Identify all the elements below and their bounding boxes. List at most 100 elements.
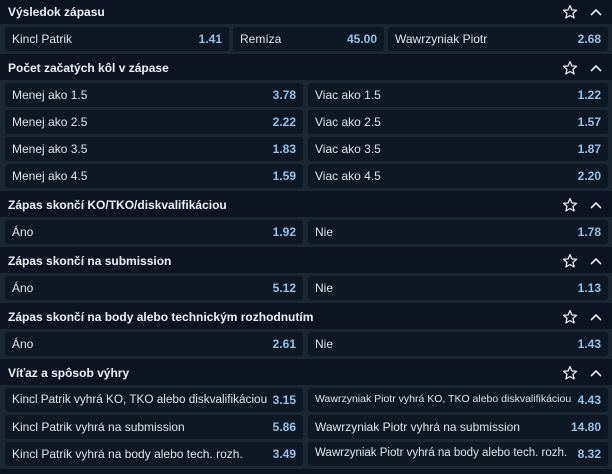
outcome-label: Wawrzyniak Piotr vyhrá na body alebo tec… [315, 447, 568, 459]
outcome-label: Nie [315, 337, 334, 351]
market-header[interactable]: Výsledok zápasu [0, 0, 612, 24]
odd-button[interactable]: Viac ako 1.5 1.22 [308, 83, 608, 107]
odd-button[interactable]: Wawrzyniak Piotr vyhrá na body alebo tec… [308, 442, 608, 466]
odd-value: 3.78 [272, 88, 296, 102]
market-title: Zápas skončí na body alebo technickým ro… [8, 310, 314, 324]
odds-row: Menej ako 1.5 3.78 Viac ako 1.5 1.22 [0, 83, 612, 107]
odd-value: 1.43 [577, 337, 601, 351]
odd-button[interactable]: Nie 1.78 [308, 220, 608, 244]
market-vysledok-zapasu: Výsledok zápasu Kincl Patrik 1.41 Remíza 45.… [0, 0, 612, 56]
odds-area: Áno 2.61 Nie 1.43 [0, 329, 612, 359]
odd-value: 1.57 [577, 115, 601, 129]
outcome-label: Wawrzyniak Piotr [395, 32, 488, 46]
odd-button[interactable]: Viac ako 3.5 1.87 [308, 137, 608, 161]
odd-value: 1.92 [272, 225, 296, 239]
chevron-up-icon[interactable] [588, 253, 604, 269]
market-pocet-zacatych-kol-v-zapase: Počet začatých kôl v zápase Menej ako 1.5… [0, 56, 612, 193]
outcome-label: Menej ako 1.5 [12, 88, 88, 102]
star-icon[interactable] [562, 197, 578, 213]
star-icon[interactable] [562, 365, 578, 381]
outcome-label: Kincl Patrik vyhrá KO, TKO alebo diskval… [12, 393, 268, 406]
outcome-label: Áno [12, 281, 34, 295]
odd-button[interactable]: Menej ako 4.5 1.59 [5, 164, 303, 188]
odd-value: 45.00 [346, 32, 377, 46]
outcome-label: Nie [315, 225, 334, 239]
odd-button[interactable]: Nie 1.43 [308, 332, 608, 356]
star-icon[interactable] [562, 309, 578, 325]
odd-value: 2.20 [577, 169, 601, 183]
market-header[interactable]: Víťaz a spôsob výhry [0, 361, 612, 385]
market-header-icons [552, 197, 604, 213]
chevron-up-icon[interactable] [588, 309, 604, 325]
market-header[interactable]: Počet začatých kôl v zápase [0, 56, 612, 80]
market-header-icons [552, 365, 604, 381]
star-icon[interactable] [562, 60, 578, 76]
odd-value: 8.32 [577, 447, 601, 461]
outcome-label: Remíza [240, 32, 282, 46]
market-title: Výsledok zápasu [8, 5, 105, 19]
star-icon[interactable] [562, 253, 578, 269]
market-title: Víťaz a spôsob výhry [8, 366, 130, 380]
chevron-up-icon[interactable] [588, 365, 604, 381]
chevron-up-icon[interactable] [588, 60, 604, 76]
markets-list: Výsledok zápasu Kincl Patrik 1.41 Remíza 45.… [0, 0, 612, 469]
odd-button[interactable]: Nie 1.13 [308, 276, 608, 300]
odds-area: Kincl Patrik vyhrá KO, TKO alebo diskval… [0, 385, 612, 469]
odd-value: 2.68 [577, 32, 601, 46]
odd-button[interactable]: Áno 2.61 [5, 332, 303, 356]
odds-row: Kincl Patrik vyhrá na submission 5.86 Wawr… [0, 415, 612, 439]
odd-button[interactable]: Menej ako 1.5 3.78 [5, 83, 303, 107]
odd-value: 2.61 [272, 337, 296, 351]
chevron-up-icon[interactable] [588, 197, 604, 213]
odd-button[interactable]: Remíza 45.00 [233, 27, 384, 51]
outcome-label: Viac ako 4.5 [315, 169, 381, 183]
odd-button[interactable]: Áno 1.92 [5, 220, 303, 244]
odd-button[interactable]: Viac ako 2.5 1.57 [308, 110, 608, 134]
odd-button[interactable]: Viac ako 4.5 2.20 [308, 164, 608, 188]
odd-value: 1.83 [272, 142, 296, 156]
odd-button[interactable]: Wawrzyniak Piotr 2.68 [388, 27, 608, 51]
market-zapas-skonci-na-submission: Zápas skončí na submission Áno 5.12 Nie 1.13 [0, 249, 612, 305]
odd-button[interactable]: Menej ako 3.5 1.83 [5, 137, 303, 161]
odd-button[interactable]: Áno 5.12 [5, 276, 303, 300]
odd-value: 2.22 [272, 115, 296, 129]
chevron-up-icon[interactable] [588, 4, 604, 20]
market-header-icons [552, 309, 604, 325]
outcome-label: Kincl Patrik vyhrá na submission [12, 420, 185, 434]
odd-button[interactable]: Menej ako 2.5 2.22 [5, 110, 303, 134]
market-header[interactable]: Zápas skončí na submission [0, 249, 612, 273]
odd-button[interactable]: Wawrzyniak Piotr vyhrá KO, TKO alebo dis… [308, 388, 608, 412]
outcome-label: Menej ako 4.5 [12, 169, 88, 183]
odds-row: Áno 1.92 Nie 1.78 [0, 220, 612, 244]
outcome-label: Viac ako 1.5 [315, 88, 381, 102]
odd-value: 1.87 [577, 142, 601, 156]
outcome-label: Wawrzyniak Piotr vyhrá na submission [315, 420, 520, 434]
odd-value: 1.13 [577, 281, 601, 295]
outcome-label: Áno [12, 337, 34, 351]
odd-button[interactable]: Wawrzyniak Piotr vyhrá na submission 14.8… [308, 415, 608, 439]
odds-area: Áno 1.92 Nie 1.78 [0, 217, 612, 247]
star-icon[interactable] [562, 4, 578, 20]
odd-value: 5.12 [272, 281, 296, 295]
outcome-label: Menej ako 3.5 [12, 142, 88, 156]
odds-row: Kincl Patrik vyhrá KO, TKO alebo diskval… [0, 388, 612, 412]
odd-value: 14.80 [570, 420, 601, 434]
market-header[interactable]: Zápas skončí KO/TKO/diskvalifikáciou [0, 193, 612, 217]
outcome-label: Nie [315, 281, 334, 295]
odd-button[interactable]: Kincl Patrik vyhrá na submission 5.86 [5, 415, 303, 439]
odds-row: Áno 2.61 Nie 1.43 [0, 332, 612, 356]
market-header-icons [552, 4, 604, 20]
odds-area: Kincl Patrik 1.41 Remíza 45.00 Wawrzyniak Pi… [0, 24, 612, 54]
market-title: Zápas skončí KO/TKO/diskvalifikáciou [8, 198, 227, 212]
outcome-label: Kincl Patrik [12, 32, 73, 46]
odd-button[interactable]: Kincl Patrik 1.41 [5, 27, 229, 51]
odd-value: 3.49 [272, 447, 296, 461]
odd-button[interactable]: Kincl Patrik vyhrá na body alebo tech. r… [5, 442, 303, 466]
odd-button[interactable]: Kincl Patrik vyhrá KO, TKO alebo diskval… [5, 388, 303, 412]
odd-value: 1.59 [272, 169, 296, 183]
outcome-label: Viac ako 2.5 [315, 115, 381, 129]
odds-area: Áno 5.12 Nie 1.13 [0, 273, 612, 303]
market-title: Počet začatých kôl v zápase [8, 61, 169, 75]
market-header[interactable]: Zápas skončí na body alebo technickým ro… [0, 305, 612, 329]
odd-value: 5.86 [272, 420, 296, 434]
